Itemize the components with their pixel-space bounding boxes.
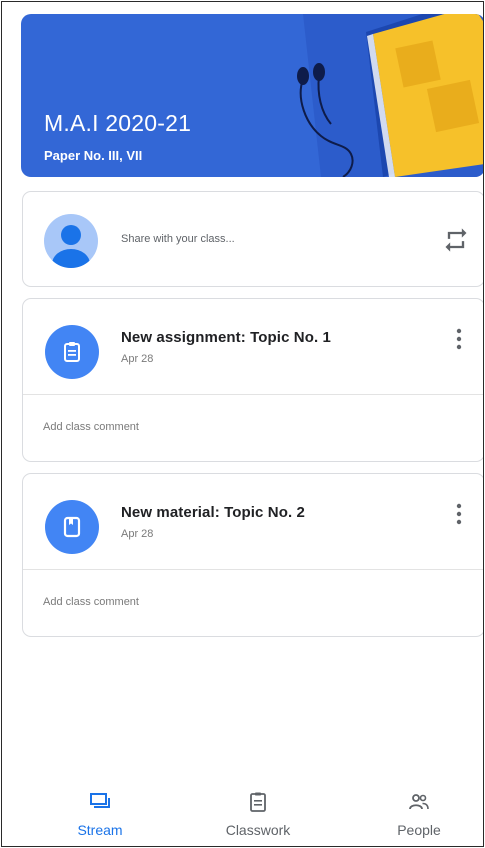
post-date: Apr 28 [121,353,154,365]
material-icon [45,500,99,554]
more-vert-icon[interactable] [456,327,462,351]
post-title[interactable]: New assignment: Topic No. 1 [121,329,331,346]
post-title[interactable]: New material: Topic No. 2 [121,504,305,521]
share-placeholder[interactable]: Share with your class... [121,233,235,245]
person-avatar-icon [44,214,98,268]
classwork-icon [250,792,266,812]
post-date: Apr 28 [121,528,154,540]
post-card[interactable]: New material: Topic No. 2 Apr 28 Add cla… [22,473,483,637]
nav-stream[interactable]: Stream [40,790,160,838]
assignment-icon [45,325,99,379]
class-banner[interactable]: M.A.I 2020-21 Paper No. III, VII [21,14,483,177]
people-icon [409,794,429,810]
repost-icon[interactable] [442,226,470,254]
nav-people[interactable]: People [359,790,479,838]
divider [23,569,483,570]
bottom-navigation: Stream Classwork People [2,776,483,846]
class-subtitle: Paper No. III, VII [44,148,143,163]
stream-icon [90,793,110,808]
class-title: M.A.I 2020-21 [44,110,192,136]
add-class-comment-link[interactable]: Add class comment [43,421,139,433]
share-with-class-card[interactable]: Share with your class... [22,191,483,287]
divider [23,394,483,395]
nav-label: Classwork [225,822,291,838]
nav-classwork[interactable]: Classwork [198,790,318,838]
nav-label: People [397,822,441,838]
more-vert-icon[interactable] [456,502,462,526]
add-class-comment-link[interactable]: Add class comment [43,596,139,608]
app-screen: M.A.I 2020-21 Paper No. III, VII Share w… [1,1,484,847]
nav-label: Stream [77,822,123,838]
post-card[interactable]: New assignment: Topic No. 1 Apr 28 Add c… [22,298,483,462]
